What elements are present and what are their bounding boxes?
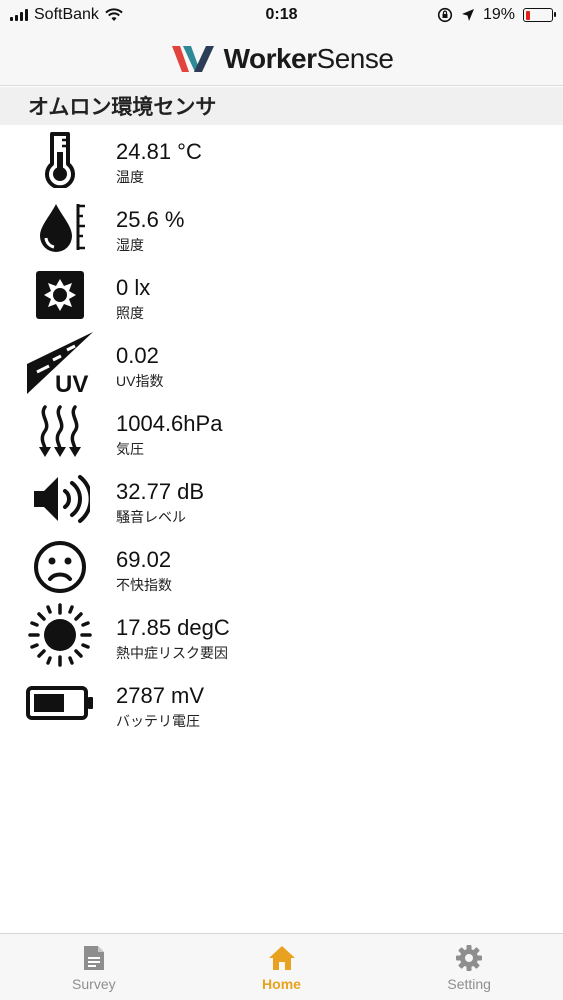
- sensor-value: 0.02: [116, 343, 159, 368]
- status-bar: SoftBank 0:18 19%: [0, 0, 563, 32]
- sensor-label: 騒音レベル: [116, 509, 186, 525]
- sensor-value: 24.81 °C: [116, 139, 202, 164]
- speaker-icon: [24, 468, 96, 530]
- tab-setting[interactable]: Setting: [375, 934, 563, 1000]
- orientation-lock-icon: [437, 7, 453, 23]
- uv-icon: UV: [24, 332, 96, 396]
- home-icon: [268, 946, 295, 970]
- sensor-value: 32.77 dB: [116, 479, 205, 504]
- sensor-value: 2787 mV: [116, 683, 205, 708]
- tab-survey[interactable]: Survey: [0, 934, 188, 1000]
- tab-home[interactable]: Home: [188, 934, 376, 1000]
- sun-icon: [24, 603, 96, 667]
- sensor-label: 不快指数: [116, 577, 172, 593]
- sad-face-icon: [24, 536, 96, 598]
- section-title: オムロン環境センサ: [0, 87, 563, 125]
- tab-label: Home: [262, 976, 301, 992]
- sensor-row-temperature: 24.81 °C 温度: [0, 125, 563, 193]
- sensor-value: 69.02: [116, 547, 172, 572]
- sensor-value: 17.85 degC: [116, 615, 230, 640]
- pressure-icon: [24, 400, 96, 462]
- app-brand: WorkerSense: [224, 43, 394, 75]
- workersense-logo-icon: [171, 45, 214, 72]
- battery-icon: [24, 672, 96, 734]
- sensor-label: バッテリ電圧: [116, 713, 200, 729]
- sensor-row-uv: UV 0.02 UV指数: [0, 329, 563, 397]
- brand-bold: Worker: [223, 42, 317, 74]
- battery-status-icon: [523, 8, 556, 22]
- app-header: WorkerSense: [0, 32, 563, 86]
- sensor-row-humidity: 25.6 % 湿度: [0, 193, 563, 261]
- tab-label: Survey: [72, 976, 116, 992]
- location-arrow-icon: [461, 9, 474, 21]
- sensor-label: 温度: [116, 169, 144, 185]
- sensor-label: 熱中症リスク要因: [116, 645, 228, 661]
- sensor-label: 湿度: [116, 237, 144, 253]
- sensor-value: 1004.6hPa: [116, 411, 223, 436]
- gear-icon: [456, 945, 483, 971]
- sensor-row-battery: 2787 mV バッテリ電圧: [0, 669, 563, 737]
- sensor-label: UV指数: [116, 373, 164, 389]
- svg-text:UV: UV: [55, 371, 88, 396]
- sensor-row-discomfort: 69.02 不快指数: [0, 533, 563, 601]
- sensor-row-heatstroke: 17.85 degC 熱中症リスク要因: [0, 601, 563, 669]
- sensor-label: 照度: [116, 305, 144, 321]
- status-right: 19%: [437, 6, 556, 24]
- humidity-drop-icon: [24, 196, 96, 258]
- sensor-row-noise: 32.77 dB 騒音レベル: [0, 465, 563, 533]
- sensor-list: 24.81 °C 温度 25.6 % 湿度 0 lx 照度 UV 0.02 UV…: [0, 125, 563, 737]
- sensor-row-pressure: 1004.6hPa 気圧: [0, 397, 563, 465]
- sensor-label: 気圧: [116, 441, 144, 457]
- document-icon: [83, 946, 104, 970]
- thermometer-icon: [24, 128, 96, 190]
- tab-label: Setting: [447, 976, 491, 992]
- light-icon: [24, 264, 96, 326]
- tab-bar: Survey Home Setting: [0, 933, 563, 1000]
- battery-percent: 19%: [482, 6, 515, 23]
- brand-light: Sense: [316, 42, 394, 74]
- sensor-row-illuminance: 0 lx 照度: [0, 261, 563, 329]
- sensor-value: 0 lx: [116, 275, 151, 300]
- sensor-value: 25.6 %: [116, 207, 185, 232]
